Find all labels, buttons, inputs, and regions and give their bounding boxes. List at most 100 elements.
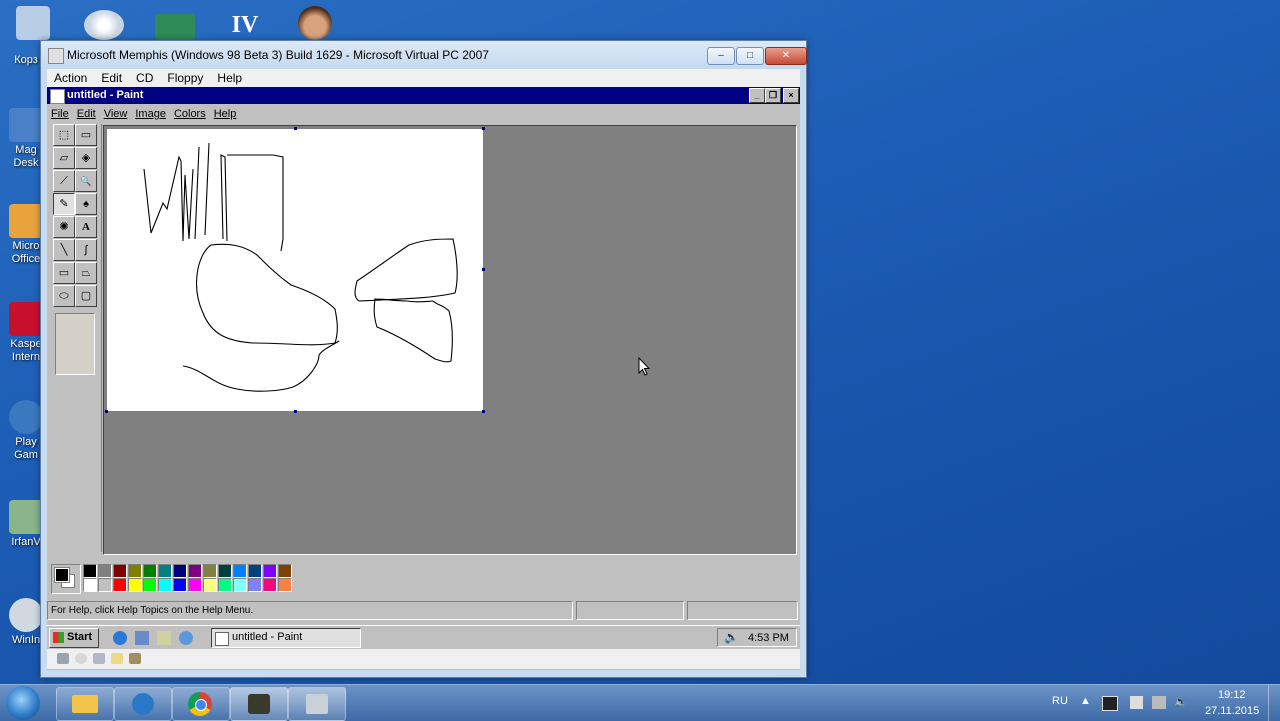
color-swatch[interactable] (203, 578, 217, 592)
quicklaunch-channels-icon[interactable] (179, 631, 193, 645)
pencil-tool[interactable]: ✎ (53, 193, 75, 215)
canvas-resize-handle[interactable] (482, 127, 485, 130)
polygon-tool[interactable]: ⏢ (75, 262, 97, 284)
rounded-rect-tool[interactable]: ▢ (75, 285, 97, 307)
clock-time[interactable]: 19:12 (1218, 689, 1246, 701)
ellipse-tool[interactable]: ⬭ (53, 285, 75, 307)
color-swatch[interactable] (233, 578, 247, 592)
brush-tool[interactable]: ♠ (75, 193, 97, 215)
canvas-resize-handle[interactable] (294, 127, 297, 130)
color-swatch[interactable] (173, 564, 187, 578)
color-swatch[interactable] (83, 578, 97, 592)
vpc-close-button[interactable]: ✕ (765, 47, 807, 65)
vpc-titlebar[interactable]: Microsoft Memphis (Windows 98 Beta 3) Bu… (41, 41, 807, 69)
vpc-minimize-button[interactable]: – (707, 47, 735, 65)
paint-titlebar[interactable]: untitled - Paint _ ❐ × (47, 87, 800, 104)
current-colors[interactable] (51, 564, 81, 594)
text-tool[interactable]: A (75, 216, 97, 238)
color-swatch[interactable] (263, 578, 277, 592)
win7-start-button[interactable] (6, 686, 40, 720)
guest-task-paint[interactable]: untitled - Paint (211, 628, 361, 648)
tray-network-icon[interactable] (1130, 696, 1143, 709)
paint-menu-view[interactable]: View (100, 105, 132, 123)
gta-iv-icon[interactable]: IV (224, 12, 266, 40)
paint-restore-button[interactable]: ❐ (765, 88, 781, 103)
color-swatch[interactable] (98, 578, 112, 592)
paint-menu-help[interactable]: Help (210, 105, 241, 123)
color-swatch[interactable] (158, 578, 172, 592)
line-tool[interactable]: ╲ (53, 239, 75, 261)
paint-close-button[interactable]: × (783, 88, 799, 103)
paint-menu-edit[interactable]: Edit (73, 105, 100, 123)
vpc-menu-floppy[interactable]: Floppy (160, 69, 210, 87)
fill-tool[interactable]: ◈ (75, 147, 97, 169)
paint-menu-file[interactable]: File (47, 105, 73, 123)
taskbar-app-hp[interactable] (114, 687, 172, 721)
canvas-resize-handle[interactable] (482, 268, 485, 271)
color-swatch[interactable] (278, 564, 292, 578)
color-swatch[interactable] (203, 564, 217, 578)
color-swatch[interactable] (113, 578, 127, 592)
vpc-menu-edit[interactable]: Edit (94, 69, 129, 87)
magnifier-tool[interactable]: 🔍 (75, 170, 97, 192)
quicklaunch-desktop-icon[interactable] (135, 631, 149, 645)
hdd-icon[interactable] (57, 653, 69, 664)
drawing-canvas[interactable] (107, 129, 483, 411)
color-swatch[interactable] (188, 564, 202, 578)
cd-drive-icon[interactable] (75, 653, 87, 664)
taskbar-app-chrome[interactable] (172, 687, 230, 721)
color-swatch[interactable] (233, 564, 247, 578)
airbrush-tool[interactable]: ✺ (53, 216, 75, 238)
curve-tool[interactable]: ∫ (75, 239, 97, 261)
pick-color-tool[interactable]: ⟋ (53, 170, 75, 192)
color-swatch[interactable] (248, 578, 262, 592)
color-swatch[interactable] (158, 564, 172, 578)
color-swatch[interactable] (128, 564, 142, 578)
clock-date[interactable]: 27.11.2015 (1205, 705, 1259, 717)
color-swatch[interactable] (98, 564, 112, 578)
card-icon[interactable] (155, 14, 195, 40)
cd-icon[interactable] (84, 10, 124, 40)
eraser-tool[interactable]: ▱ (53, 147, 75, 169)
color-swatch[interactable] (173, 578, 187, 592)
canvas-resize-handle[interactable] (482, 410, 485, 413)
free-select-tool[interactable]: ⬚ (53, 124, 75, 146)
select-tool[interactable]: ▭ (75, 124, 97, 146)
taskbar-app-media[interactable] (230, 687, 288, 721)
tray-app-icon[interactable] (1102, 696, 1118, 711)
color-swatch[interactable] (263, 564, 277, 578)
face-icon[interactable] (298, 6, 332, 40)
quicklaunch-ie-icon[interactable] (113, 631, 127, 645)
color-swatch[interactable] (218, 564, 232, 578)
shared-folder-icon[interactable] (111, 653, 123, 664)
vpc-menu-action[interactable]: Action (47, 69, 94, 87)
network-icon[interactable] (129, 653, 141, 664)
color-swatch[interactable] (248, 564, 262, 578)
tool-options-box[interactable] (55, 313, 95, 375)
quicklaunch-outlook-icon[interactable] (157, 631, 171, 645)
guest-start-button[interactable]: Start (49, 628, 99, 648)
tray-volume-icon[interactable]: 🔈 (1174, 695, 1188, 708)
canvas-resize-handle[interactable] (294, 410, 297, 413)
vpc-menu-cd[interactable]: CD (129, 69, 160, 87)
rectangle-tool[interactable]: ▭ (53, 262, 75, 284)
desktop-recycle-bin-icon[interactable] (16, 6, 50, 40)
floppy-icon[interactable] (93, 653, 105, 664)
color-swatch[interactable] (83, 564, 97, 578)
vpc-maximize-button[interactable]: □ (736, 47, 764, 65)
language-indicator[interactable]: RU (1052, 695, 1068, 707)
paint-minimize-button[interactable]: _ (749, 88, 765, 103)
show-desktop-button[interactable] (1268, 685, 1280, 721)
taskbar-app-virtual-pc[interactable] (288, 687, 346, 721)
speaker-icon[interactable]: 🔈 (724, 630, 739, 644)
canvas-resize-handle[interactable] (105, 410, 108, 413)
vpc-menu-help[interactable]: Help (210, 69, 249, 87)
color-swatch[interactable] (278, 578, 292, 592)
paint-menu-image[interactable]: Image (131, 105, 170, 123)
color-swatch[interactable] (188, 578, 202, 592)
paint-work-area[interactable] (103, 125, 797, 555)
color-swatch[interactable] (143, 564, 157, 578)
color-swatch[interactable] (143, 578, 157, 592)
color-swatch[interactable] (218, 578, 232, 592)
tray-action-center-icon[interactable] (1152, 696, 1166, 709)
